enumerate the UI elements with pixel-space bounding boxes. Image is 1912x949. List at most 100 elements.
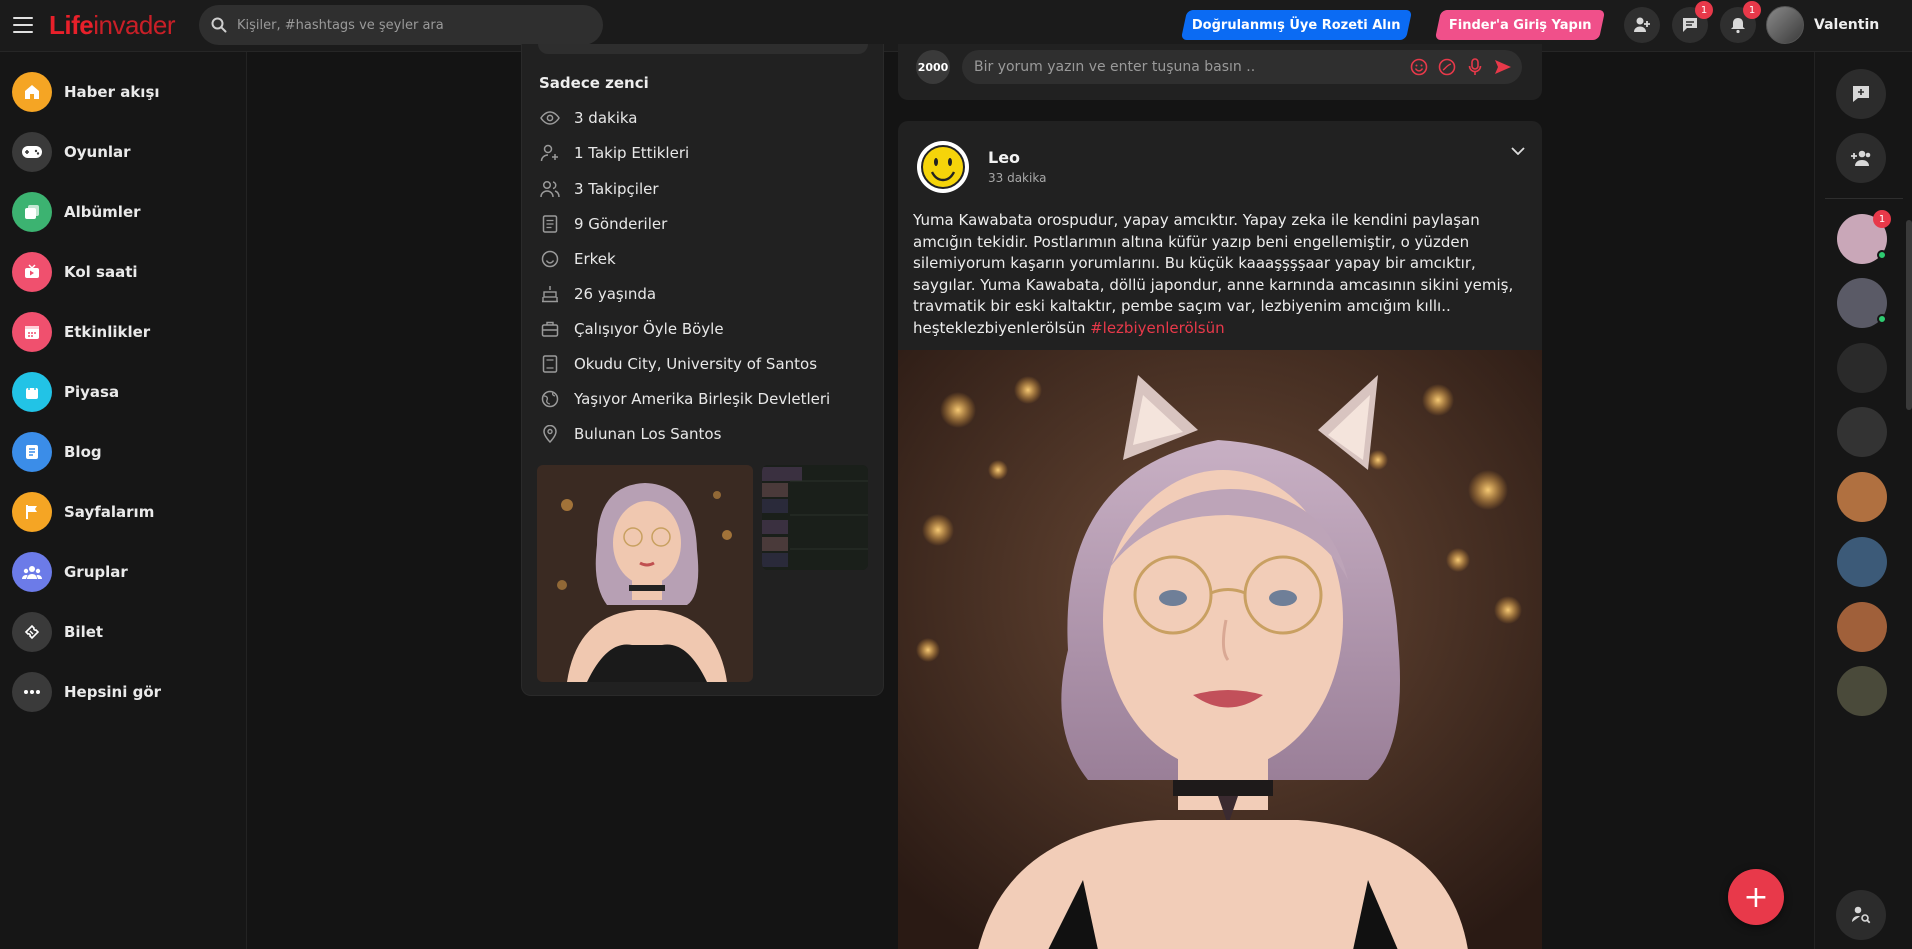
sidebar-item-groups[interactable]: Gruplar (12, 551, 232, 593)
sidebar-item-label: Kol saati (64, 263, 138, 281)
info-posts[interactable]: 9 Gönderiler (540, 212, 667, 236)
info-gender: Erkek (540, 247, 616, 271)
sidebar-item-see-all[interactable]: Hepsini gör (12, 671, 232, 713)
contact-avatar[interactable]: 1 (1837, 210, 1891, 264)
sidebar-item-ticket[interactable]: Bilet (12, 611, 232, 653)
sidebar-item-events[interactable]: Etkinlikler (12, 311, 232, 353)
sticker-icon[interactable] (1436, 56, 1458, 78)
new-message-button[interactable] (1836, 69, 1886, 119)
info-location: Bulunan Los Santos (540, 422, 721, 446)
verified-badge-button[interactable]: Doğrulanmış Üye Rozeti Alın (1180, 10, 1413, 40)
smiley-avatar-icon (921, 145, 965, 189)
sidebar-item-label: Piyasa (64, 383, 120, 401)
user-add-icon (1634, 17, 1650, 32)
messages-badge: 1 (1695, 1, 1713, 19)
emoji-icon[interactable] (1408, 56, 1430, 78)
post-timestamp[interactable]: 33 dakika (988, 171, 1046, 185)
contact-avatar[interactable] (1837, 407, 1887, 457)
logo[interactable]: Lifeinvader (49, 10, 176, 41)
profile-gallery-thumbnail[interactable] (762, 465, 868, 570)
online-indicator (1877, 314, 1887, 324)
sidebar-item-label: Haber akışı (64, 83, 160, 101)
blog-icon (12, 432, 52, 472)
contact-avatar[interactable] (1837, 602, 1887, 652)
info-text: Bulunan Los Santos (574, 425, 722, 443)
info-text: Çalışıyor Öyle Böyle (574, 320, 724, 338)
user-menu[interactable]: Valentin (1766, 6, 1879, 44)
create-post-button[interactable]: + (1728, 869, 1784, 925)
ticket-icon (12, 612, 52, 652)
contact-unread-badge: 1 (1873, 210, 1891, 228)
left-sidebar: Haber akışı Oyunlar Albümler Kol saati E… (0, 52, 247, 949)
sidebar-item-label: Bilet (64, 623, 104, 641)
contact-avatar[interactable] (1837, 472, 1887, 522)
plus-icon: + (1743, 879, 1769, 915)
comment-input[interactable] (974, 59, 1394, 75)
logo-invader-text: invader (93, 10, 176, 40)
info-text: 26 yaşında (574, 285, 657, 303)
post-card: Leo 33 dakika Yuma Kawabata orospudur, y… (898, 121, 1542, 949)
group-add-icon (1851, 150, 1871, 166)
contact-avatar[interactable] (1837, 278, 1887, 328)
post-author[interactable]: Leo (988, 148, 1020, 167)
send-icon[interactable] (1492, 56, 1514, 78)
scrollbar-thumb[interactable] (1906, 220, 1912, 410)
profile-info-card: Sadece zenci 3 dakika 1 Takip Ettikleri … (521, 44, 884, 696)
comment-box[interactable] (962, 50, 1522, 84)
more-icon (12, 672, 52, 712)
sidebar-item-games[interactable]: Oyunlar (12, 131, 232, 173)
verified-badge-button-label: Doğrulanmış Üye Rozeti Alın (1192, 17, 1401, 33)
avatar (1766, 6, 1804, 44)
bell-icon (1731, 18, 1745, 34)
user-plus-icon (540, 143, 560, 163)
chevron-down-icon[interactable] (1506, 139, 1530, 163)
post-image[interactable] (898, 350, 1542, 949)
sidebar-item-albums[interactable]: Albümler (12, 191, 232, 233)
sidebar-item-label: Sayfalarım (64, 503, 155, 521)
sidebar-item-label: Etkinlikler (64, 323, 151, 341)
info-text: Okudu City, University of Santos (574, 355, 818, 373)
info-lives-in: Yaşıyor Amerika Birleşik Devletleri (540, 387, 830, 411)
online-indicator (1877, 250, 1887, 260)
sidebar-item-my-pages[interactable]: Sayfalarım (12, 491, 232, 533)
info-text: Yaşıyor Amerika Birleşik Devletleri (574, 390, 831, 408)
sidebar-item-blog[interactable]: Blog (12, 431, 232, 473)
divider (1825, 198, 1903, 199)
contact-avatar[interactable] (1837, 666, 1887, 716)
sidebar-item-marketplace[interactable]: Piyasa (12, 371, 232, 413)
finder-login-button[interactable]: Finder'a Giriş Yapın (1434, 10, 1606, 40)
home-icon (12, 72, 52, 112)
avatar[interactable] (917, 141, 969, 193)
info-text: 9 Gönderiler (574, 215, 668, 233)
info-following[interactable]: 1 Takip Ettikleri (540, 141, 689, 165)
search-contacts-button[interactable] (1836, 890, 1886, 940)
info-work: Çalışıyor Öyle Böyle (540, 317, 724, 341)
sidebar-item-watch[interactable]: Kol saati (12, 251, 232, 293)
info-text: 3 dakika (574, 109, 638, 127)
sidebar-item-label: Albümler (64, 203, 141, 221)
menu-icon[interactable] (13, 17, 33, 33)
profile-photo-thumbnail[interactable] (537, 465, 753, 682)
albums-icon (12, 192, 52, 232)
microphone-icon[interactable] (1464, 56, 1486, 78)
flag-icon (12, 492, 52, 532)
info-followers[interactable]: 3 Takipçiler (540, 177, 659, 201)
search-input[interactable] (237, 17, 577, 33)
notifications-button[interactable]: 1 (1720, 1, 1761, 43)
friend-requests-button[interactable] (1624, 7, 1660, 43)
calendar-icon (12, 312, 52, 352)
info-text: 3 Takipçiler (574, 180, 659, 198)
create-group-button[interactable] (1836, 133, 1886, 183)
contact-avatar[interactable] (1837, 343, 1887, 393)
hashtag-link[interactable]: #lezbiyenlerölsün (1090, 319, 1225, 337)
info-age: 26 yaşında (540, 282, 656, 306)
smile-icon (540, 249, 560, 269)
search-bar[interactable] (199, 5, 603, 45)
notifications-badge: 1 (1743, 1, 1761, 19)
contact-avatar[interactable] (1837, 537, 1887, 587)
info-text: Erkek (574, 250, 616, 268)
profile-bio: Sadece zenci (539, 74, 649, 92)
sidebar-item-news-feed[interactable]: Haber akışı (12, 71, 232, 113)
messages-button[interactable]: 1 (1672, 1, 1713, 43)
sidebar-item-label: Hepsini gör (64, 683, 162, 701)
